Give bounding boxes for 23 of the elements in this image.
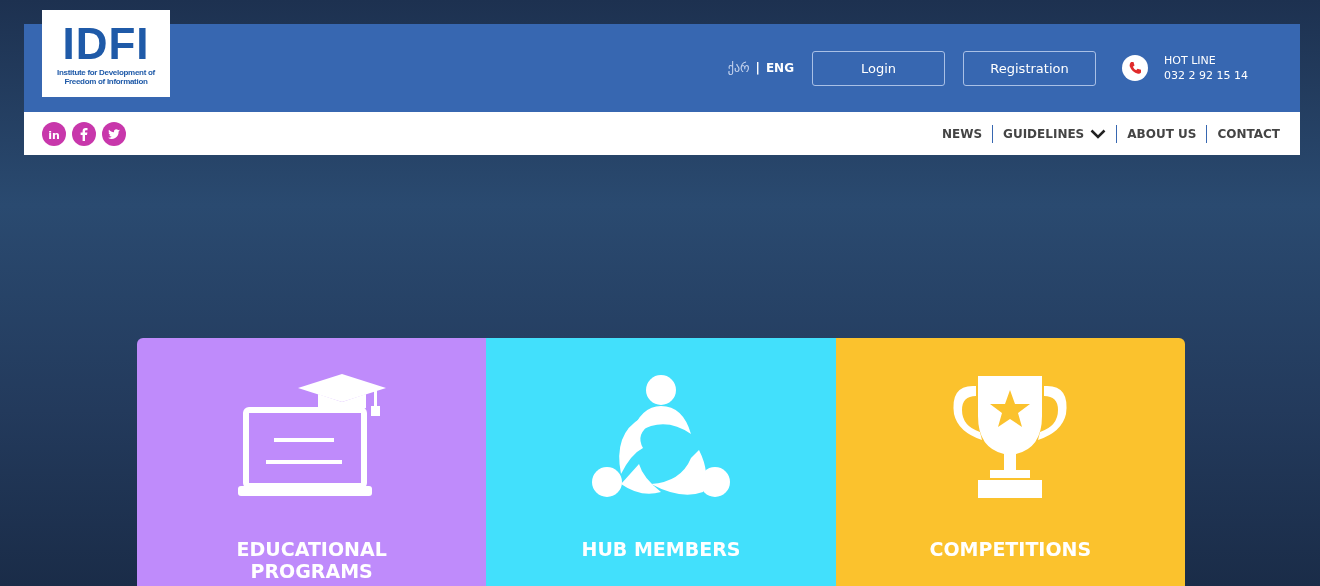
phone-icon xyxy=(1122,55,1148,81)
card-title: COMPETITIONS xyxy=(928,538,1093,560)
linkedin-icon[interactable]: in xyxy=(42,121,66,146)
nav-link[interactable]: CONTACT xyxy=(1217,126,1280,141)
language-separator: | xyxy=(755,61,760,75)
logo-mark: IDFI xyxy=(62,21,150,66)
nav-link[interactable]: NEWS xyxy=(941,126,983,141)
facebook-icon[interactable] xyxy=(72,121,96,146)
hotline-number: 032 2 92 15 14 xyxy=(1164,68,1248,83)
card-title: HUB MEMBERS xyxy=(580,538,742,560)
language-link[interactable]: ENG xyxy=(765,61,794,75)
twitter-icon[interactable] xyxy=(102,121,126,146)
card-title: EDUCATIONAL PROGRAMS xyxy=(235,538,388,582)
nav-link[interactable]: GUIDELINES xyxy=(1003,126,1107,141)
language-link[interactable]: ქარ xyxy=(727,61,750,75)
logo-subtitle: Institute for Development of Freedom of Information xyxy=(56,67,156,86)
people-circle-icon xyxy=(591,374,731,500)
login-button[interactable]: Login xyxy=(812,50,945,86)
hotline-title: HOT LINE xyxy=(1164,53,1217,68)
chevron-down-icon xyxy=(1090,128,1107,139)
logo[interactable]: IDFI Institute for Development of Freedom of Information xyxy=(42,10,170,97)
nav-link[interactable]: ABOUT US xyxy=(1127,126,1197,141)
registration-button[interactable]: Registration xyxy=(963,50,1096,86)
